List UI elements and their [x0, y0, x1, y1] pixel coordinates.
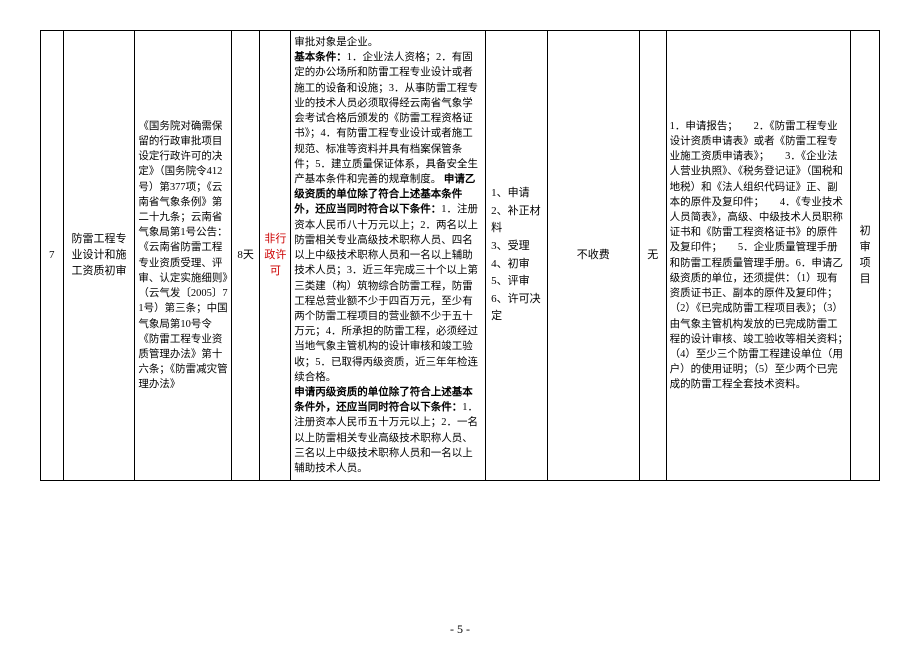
procedure-step: 5、评审 [491, 273, 544, 291]
cell-type: 非行政许可 [260, 31, 291, 481]
procedure-step: 3、受理 [491, 238, 544, 256]
cell-fee: 不收费 [547, 31, 639, 481]
table-row: 7 防雷工程专业设计和施工资质初审 《国务院对确需保留的行政审批项目设定行政许可… [41, 31, 880, 481]
cell-time-limit: 8天 [231, 31, 260, 481]
procedure-step: 1、申请 [491, 185, 544, 203]
cond-bing-label: 申请丙级资质的单位除了符合上述基本条件外，还应当同时符合以下条件： [294, 387, 473, 413]
cell-conditions: 审批对象是企业。 基本条件：1．企业法人资格；2．有固定的办公场所和防雷工程专业… [291, 31, 486, 481]
cell-index: 7 [41, 31, 64, 481]
cond-basic-label: 基本条件： [294, 52, 347, 63]
cell-item-name: 防雷工程专业设计和施工资质初审 [63, 31, 135, 481]
procedure-step: 2、补正材料 [491, 203, 544, 238]
cell-basis: 《国务院对确需保留的行政审批项目设定行政许可的决定》（国务院令412号）第377… [135, 31, 231, 481]
cell-remark: 初审项目 [851, 31, 880, 481]
procedure-step: 4、初审 [491, 256, 544, 274]
cond-basic: 1．企业法人资格；2．有固定的办公场所和防雷工程专业设计或者施工的设备和设施；3… [294, 52, 478, 185]
approval-items-table: 7 防雷工程专业设计和施工资质初审 《国务院对确需保留的行政审批项目设定行政许可… [40, 30, 880, 481]
procedure-step: 6、许可决定 [491, 291, 544, 326]
cell-fee-basis: 无 [639, 31, 666, 481]
cell-procedure: 1、申请 2、补正材料 3、受理 4、初审 5、评审 6、许可决定 [486, 31, 548, 481]
cell-materials: 1．申请报告； 2．《防雷工程专业设计资质申请表》或者《防雷工程专业施工资质申请… [666, 31, 851, 481]
cond-intro: 审批对象是企业。 [294, 37, 378, 48]
page-number: - 5 - [0, 622, 920, 637]
cond-yi: 1．注册资本人民币八十万元以上；2．两名以上防雷相关专业高级技术职称人员、四名以… [294, 204, 478, 382]
